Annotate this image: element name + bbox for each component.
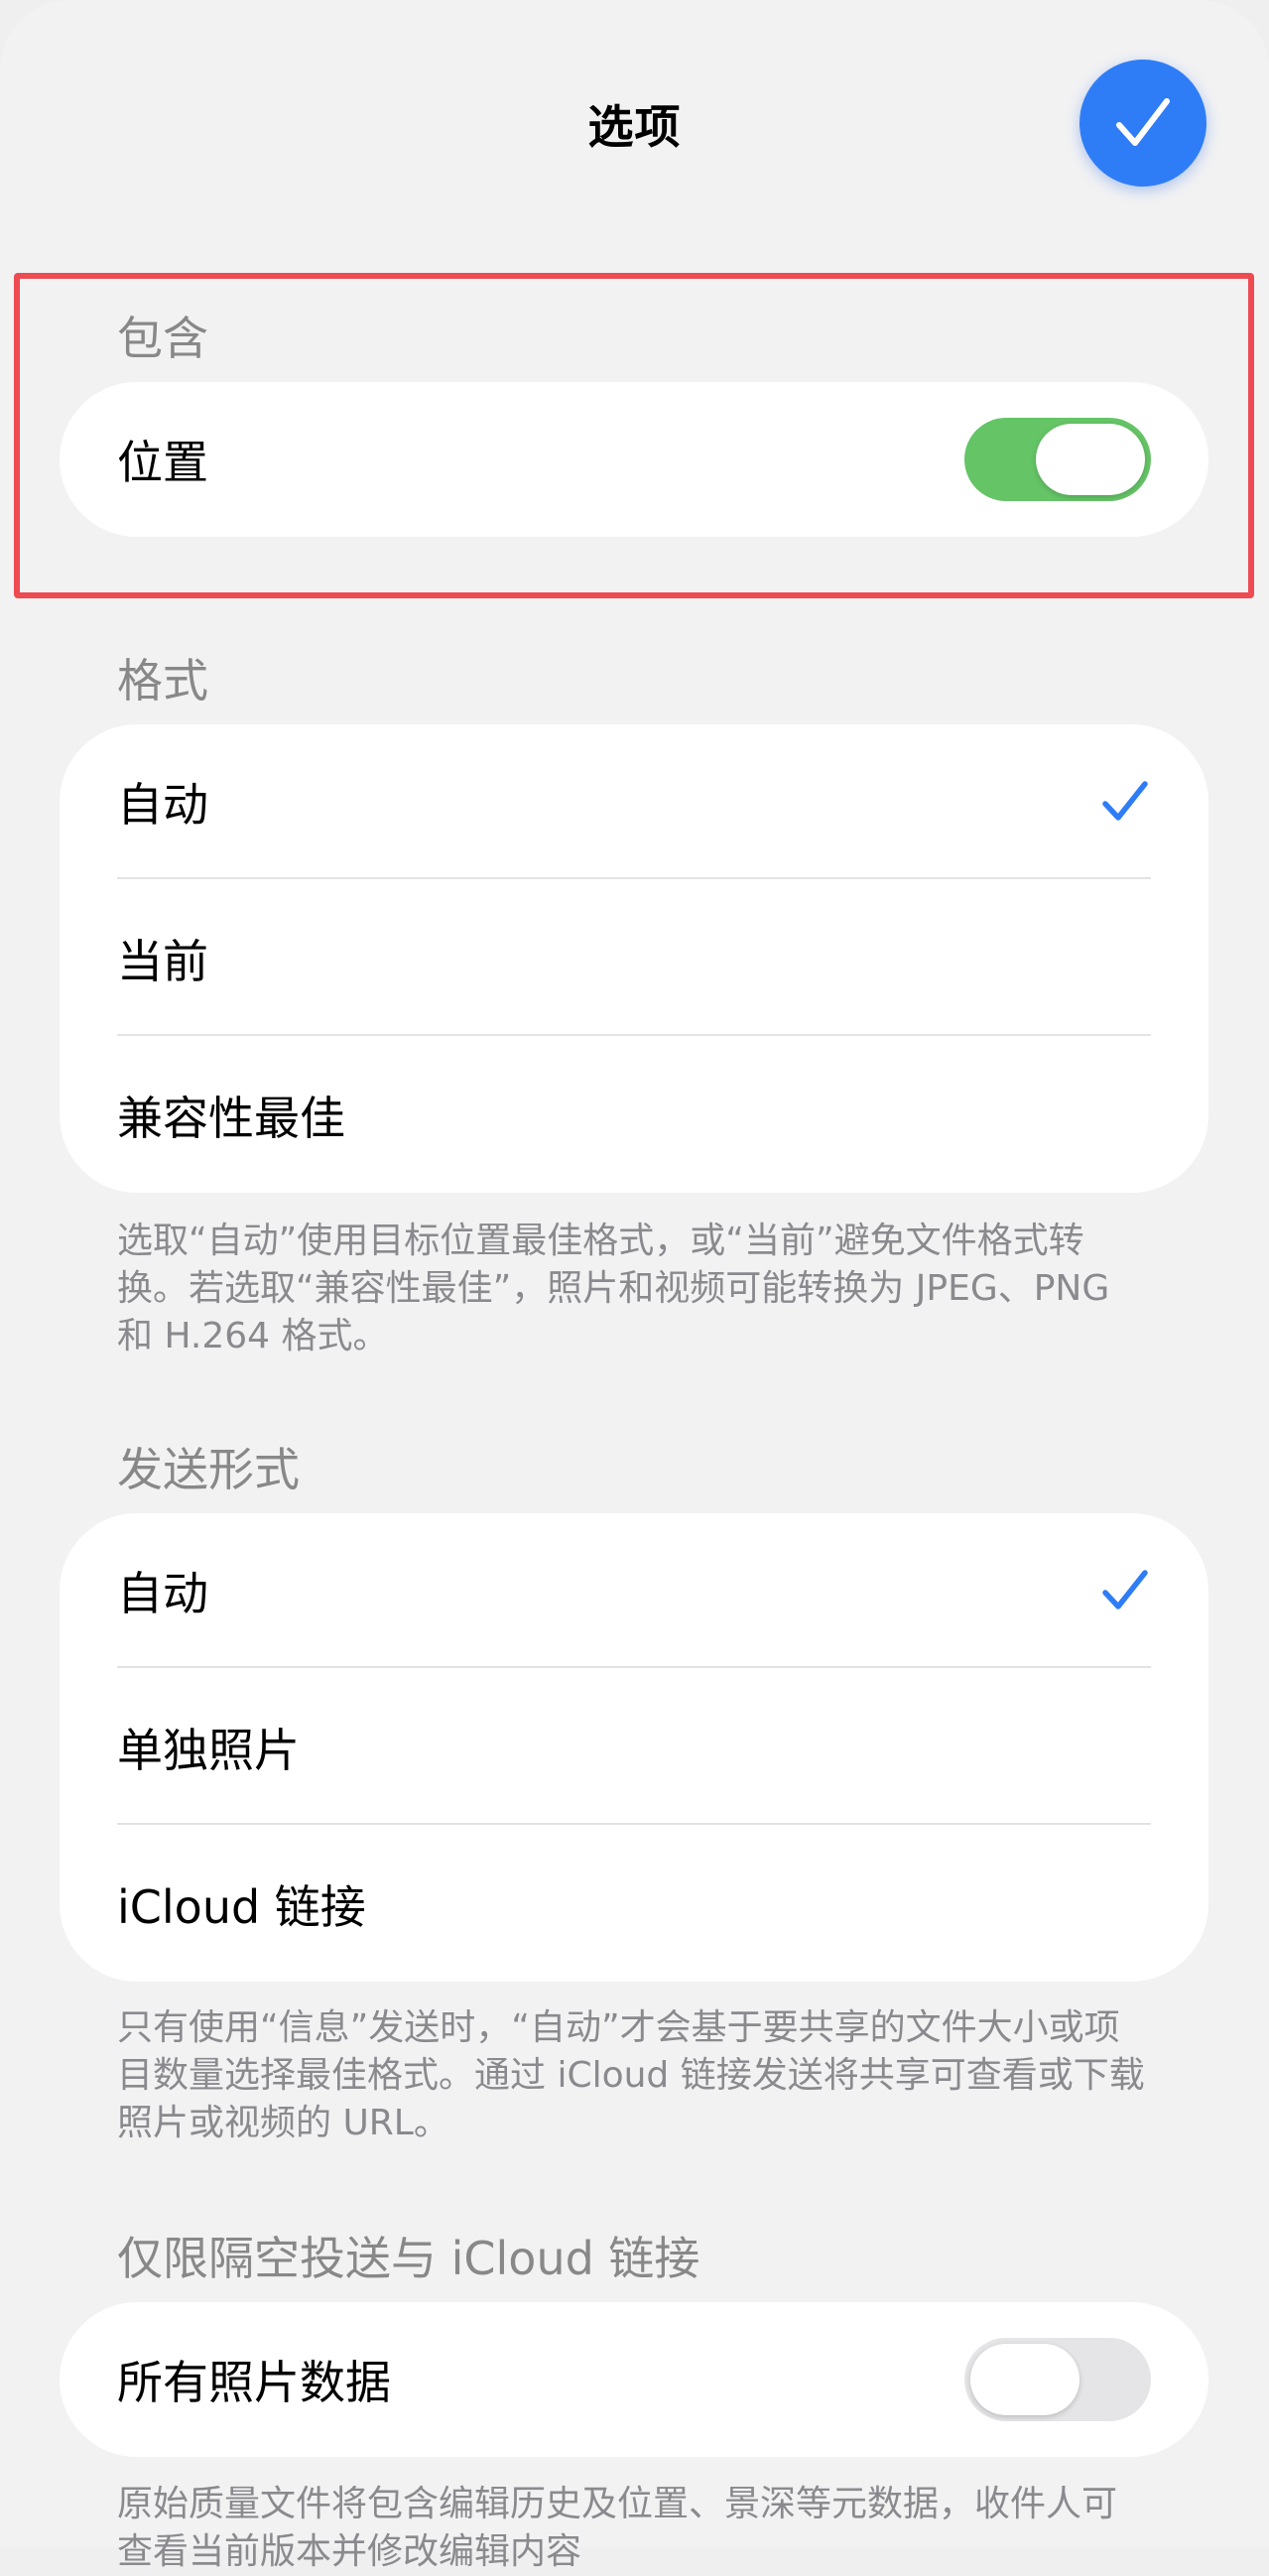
send-option-individual-photos[interactable]: 单独照片 <box>117 1670 1151 1825</box>
send-option-auto[interactable]: 自动 <box>117 1513 1151 1668</box>
airdrop-card: 所有照片数据 <box>60 2302 1208 2457</box>
all-photo-data-label: 所有照片数据 <box>117 2356 391 2409</box>
option-label: 单独照片 <box>117 1724 300 1777</box>
format-option-most-compatible[interactable]: 兼容性最佳 <box>117 1038 1151 1193</box>
checkmark-icon <box>1102 781 1148 821</box>
checkmark-icon <box>1116 98 1170 146</box>
toggle-knob <box>970 2344 1079 2415</box>
format-option-auto[interactable]: 自动 <box>117 724 1151 879</box>
done-button[interactable] <box>1079 60 1206 187</box>
all-photo-data-row: 所有照片数据 <box>117 2302 1151 2457</box>
option-label: iCloud 链接 <box>117 1880 366 1934</box>
section-label-send-as: 发送形式 <box>117 1443 300 1496</box>
option-label: 兼容性最佳 <box>117 1092 345 1145</box>
format-footnote: 选取“自动”使用目标位置最佳格式，或“当前”避免文件格式转换。若选取“兼容性最佳… <box>117 1221 1110 1356</box>
format-option-current[interactable]: 当前 <box>117 881 1151 1036</box>
send-option-icloud-link[interactable]: iCloud 链接 <box>117 1827 1151 1982</box>
format-card: 自动 当前 兼容性最佳 <box>60 724 1208 1193</box>
section-label-airdrop: 仅限隔空投送与 iCloud 链接 <box>117 2232 700 2285</box>
option-label: 当前 <box>117 935 208 988</box>
airdrop-footnote: 原始质量文件将包含编辑历史及位置、景深等元数据，收件人可查看当前版本并修改编辑内… <box>117 2484 1118 2572</box>
option-label: 自动 <box>117 778 208 832</box>
all-photo-data-toggle[interactable] <box>964 2338 1151 2421</box>
option-label: 自动 <box>117 1567 208 1620</box>
send-as-card: 自动 单独照片 iCloud 链接 <box>60 1513 1208 1982</box>
highlight-frame <box>14 273 1254 598</box>
section-label-format: 格式 <box>117 654 208 708</box>
options-sheet: 选项 包含 位置 格式 自动 当前 兼容性最佳 选取“自动”使用目标位置最佳格式… <box>0 0 1269 2572</box>
send-as-footnote: 只有使用“信息”发送时，“自动”才会基于要共享的文件大小或项目数量选择最佳格式。… <box>117 2007 1145 2143</box>
checkmark-icon <box>1102 1570 1148 1610</box>
